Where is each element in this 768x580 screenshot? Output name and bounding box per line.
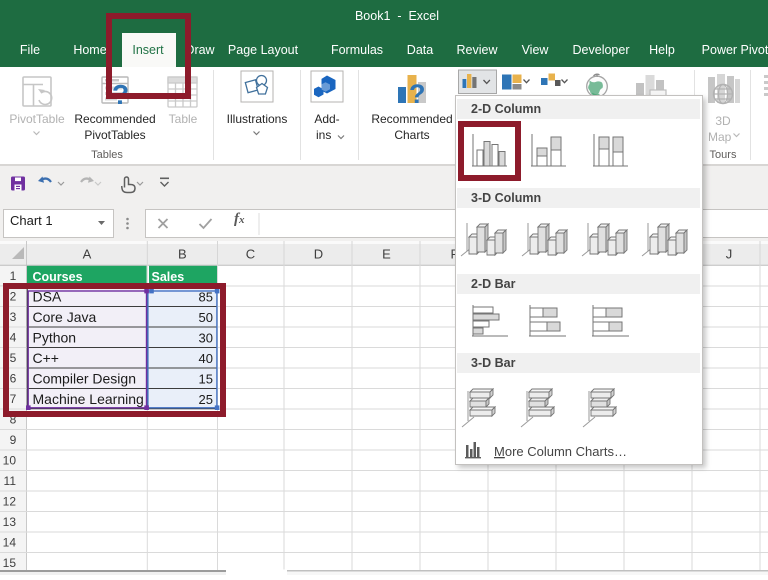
svg-text:C: C xyxy=(246,247,255,262)
svg-text:E: E xyxy=(382,247,391,262)
svg-text:B: B xyxy=(178,247,187,262)
svg-text:J: J xyxy=(726,247,733,262)
svg-text:9: 9 xyxy=(10,433,17,447)
svg-text:More Column Charts…: More Column Charts… xyxy=(494,444,627,459)
svg-text:?: ? xyxy=(409,79,426,109)
svg-text:1: 1 xyxy=(10,269,17,283)
svg-text:14: 14 xyxy=(3,536,17,550)
svg-text:10: 10 xyxy=(3,454,17,468)
svg-text:D: D xyxy=(314,247,323,262)
svg-text:Courses: Courses xyxy=(33,270,83,284)
svg-text:12: 12 xyxy=(3,495,17,509)
svg-text:11: 11 xyxy=(4,474,17,488)
svg-text:13: 13 xyxy=(3,515,17,529)
svg-text:15: 15 xyxy=(3,556,17,570)
svg-text:Sales: Sales xyxy=(152,270,185,284)
svg-text:A: A xyxy=(83,247,92,262)
